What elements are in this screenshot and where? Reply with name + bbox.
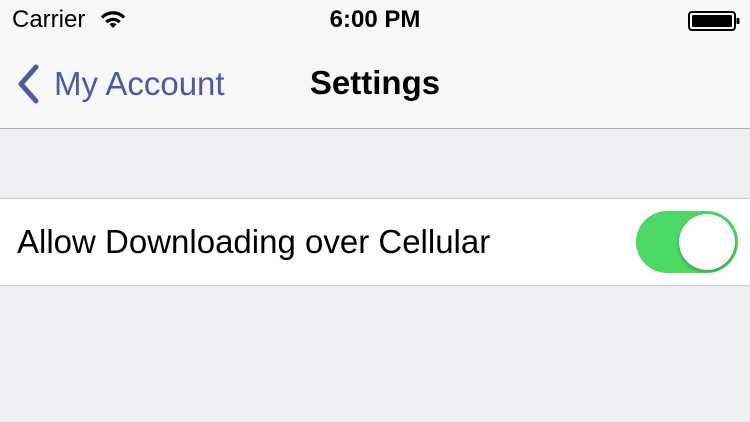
status-clock: 6:00 PM xyxy=(329,6,421,33)
cellular-download-label: Allow Downloading over Cellular xyxy=(17,223,491,260)
toggle-knob xyxy=(679,214,735,270)
battery-icon xyxy=(688,11,740,31)
navigation-bar: My Account Settings xyxy=(0,40,750,129)
cellular-download-toggle[interactable] xyxy=(636,211,738,273)
settings-row-cellular-download: Allow Downloading over Cellular xyxy=(0,198,750,286)
page-title: Settings xyxy=(309,64,441,101)
status-bar: Carrier 6:00 PM xyxy=(0,0,750,40)
